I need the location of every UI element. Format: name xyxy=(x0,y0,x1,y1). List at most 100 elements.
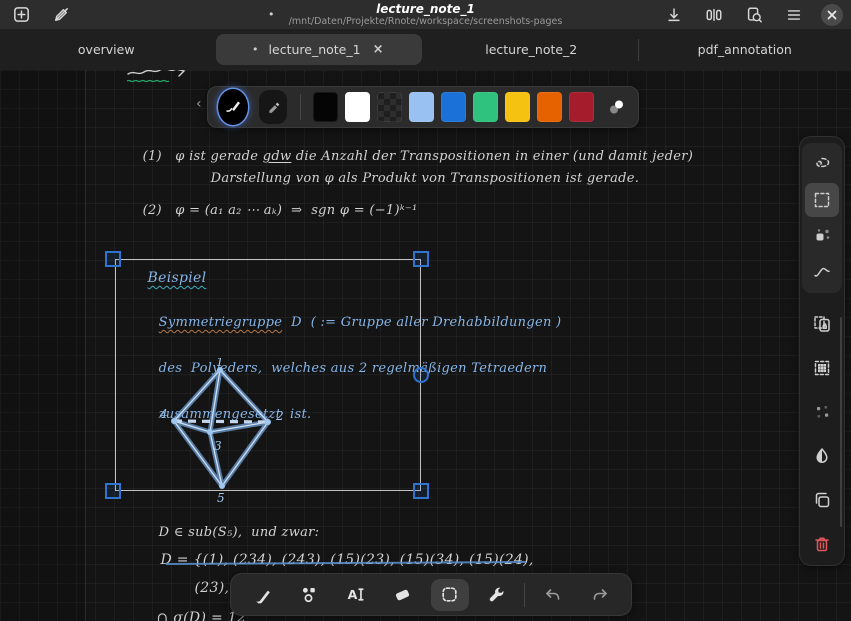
redo-button[interactable] xyxy=(581,579,619,611)
tab-unsaved-dot: • xyxy=(252,43,259,56)
select-all-button[interactable] xyxy=(805,351,839,385)
invert-color-button[interactable] xyxy=(805,439,839,473)
selection-actions-group xyxy=(805,307,839,561)
shapes-tool-button[interactable] xyxy=(290,579,328,611)
tab-overview[interactable]: overview xyxy=(0,29,213,70)
selection-bounds[interactable] xyxy=(115,259,421,491)
deselect-all-button[interactable] xyxy=(805,395,839,429)
selector-sidebar xyxy=(799,136,845,566)
tools-button[interactable] xyxy=(477,579,515,611)
duplicate-selection-button[interactable] xyxy=(805,307,839,341)
color-swatch-yellow[interactable] xyxy=(505,92,530,122)
lasso-select-button[interactable] xyxy=(805,147,839,181)
invert-color-icon xyxy=(812,446,832,466)
selection-handle-top-left[interactable] xyxy=(105,251,121,267)
page-zoom-button[interactable] xyxy=(741,2,767,28)
eraser-tool-button[interactable] xyxy=(384,579,422,611)
tab-close-icon[interactable]: × xyxy=(371,42,386,57)
new-tab-button[interactable] xyxy=(8,2,34,28)
undo-button[interactable] xyxy=(534,579,572,611)
window-title: lecture_note_1 xyxy=(376,3,475,16)
redo-icon xyxy=(590,585,610,605)
window-path: /mnt/Daten/Projekte/Rnote/workspace/scre… xyxy=(289,16,563,27)
lasso-select-icon xyxy=(812,154,832,174)
header-bar: lecture_note_1 /mnt/Daten/Projekte/Rnote… xyxy=(0,0,851,29)
tab-label: lecture_note_1 xyxy=(269,42,361,57)
delete-selection-button[interactable] xyxy=(805,527,839,561)
menu-icon xyxy=(785,6,803,24)
selection-handle-top-right[interactable] xyxy=(413,251,429,267)
handwriting-order-line: ∩ σ(D) = 12 xyxy=(128,594,246,621)
stylus-toggle-icon xyxy=(52,5,71,24)
tab-pdf-annotation[interactable]: pdf_annotation xyxy=(639,29,851,70)
pen-style-toolbar xyxy=(207,86,639,128)
export-button[interactable] xyxy=(661,2,687,28)
tab-label: pdf_annotation xyxy=(698,42,792,57)
intersect-path-select-button[interactable] xyxy=(805,255,839,289)
color-picker-button[interactable] xyxy=(603,92,628,122)
color-swatch-transparent[interactable] xyxy=(377,92,402,122)
main-menu-button[interactable] xyxy=(781,2,807,28)
color-swatch-darkred[interactable] xyxy=(569,92,594,122)
toolbar-divider xyxy=(300,94,301,120)
svg-text:A: A xyxy=(348,587,358,602)
tab-lecture-note-1[interactable]: • lecture_note_1 × xyxy=(213,29,426,70)
selection-mode-group xyxy=(802,143,842,293)
brush-style-button[interactable] xyxy=(218,89,248,125)
download-icon xyxy=(665,6,683,24)
color-swatch-orange[interactable] xyxy=(537,92,562,122)
stylus-toggle-button[interactable] xyxy=(48,2,74,28)
pen-toolbar-collapse-chevron[interactable]: ‹ xyxy=(196,96,202,112)
unsaved-indicator-dot: • xyxy=(268,8,275,21)
undo-icon xyxy=(543,585,563,605)
close-icon xyxy=(826,9,838,21)
sidebar-scrollbar[interactable] xyxy=(840,317,842,527)
tap-select-icon xyxy=(812,226,832,246)
flap-toggle-icon xyxy=(705,6,723,24)
octa-vertex-label-5: 5 xyxy=(217,491,225,505)
tab-bar: overview • lecture_note_1 × lecture_note… xyxy=(0,29,851,70)
brush-tool-button[interactable] xyxy=(243,579,281,611)
app-window: lecture_note_1 /mnt/Daten/Projekte/Rnote… xyxy=(0,0,851,621)
selector-tool-icon xyxy=(439,584,460,605)
shapes-tool-icon xyxy=(298,584,319,605)
copy-icon xyxy=(812,490,832,510)
new-tab-icon xyxy=(12,5,31,24)
handwriting-item2: (2) φ = (a₁ a₂ ⋯ aₖ) ⇒ sgn φ = (−1)ᵏ⁻¹ xyxy=(116,188,418,233)
selection-handle-rotate[interactable] xyxy=(413,367,429,383)
color-swatch-white[interactable] xyxy=(345,92,370,122)
eraser-tool-icon xyxy=(392,584,413,605)
tap-select-button[interactable] xyxy=(805,219,839,253)
marker-style-button[interactable] xyxy=(259,90,287,124)
cutoff-heading-scribble xyxy=(124,70,194,88)
selector-tool-button[interactable] xyxy=(431,579,469,611)
toolbar-divider xyxy=(524,583,525,607)
select-all-icon xyxy=(812,358,832,378)
brush-scribble-icon xyxy=(223,97,243,117)
color-swatch-black[interactable] xyxy=(313,92,338,122)
color-swatch-lightblue[interactable] xyxy=(409,92,434,122)
brush-tool-icon xyxy=(252,584,273,605)
flap-toggle-button[interactable] xyxy=(701,2,727,28)
typewriter-tool-icon: A xyxy=(345,584,366,605)
page-edge-line xyxy=(85,70,86,621)
selection-handle-bottom-left[interactable] xyxy=(105,483,121,499)
pens-toolbar: A xyxy=(230,573,632,616)
color-swatch-blue[interactable] xyxy=(441,92,466,122)
tab-lecture-note-2[interactable]: lecture_note_2 xyxy=(425,29,638,70)
color-swatch-green[interactable] xyxy=(473,92,498,122)
page-zoom-icon xyxy=(745,6,763,24)
tab-label: overview xyxy=(78,42,135,57)
marker-icon xyxy=(264,98,282,116)
copy-button[interactable] xyxy=(805,483,839,517)
intersect-path-select-icon xyxy=(812,262,832,282)
selection-handle-bottom-right[interactable] xyxy=(413,483,429,499)
typewriter-tool-button[interactable]: A xyxy=(337,579,375,611)
page-margin-shade xyxy=(0,70,85,621)
trash-icon xyxy=(812,534,832,554)
active-tab-pill[interactable]: • lecture_note_1 × xyxy=(216,34,423,65)
duplicate-selection-icon xyxy=(812,314,832,334)
canvas[interactable]: Sei 1 < (1) φ ist gerade gdw die Anzahl … xyxy=(0,70,851,621)
rectangle-select-button[interactable] xyxy=(805,183,839,217)
window-close-button[interactable] xyxy=(821,4,843,26)
